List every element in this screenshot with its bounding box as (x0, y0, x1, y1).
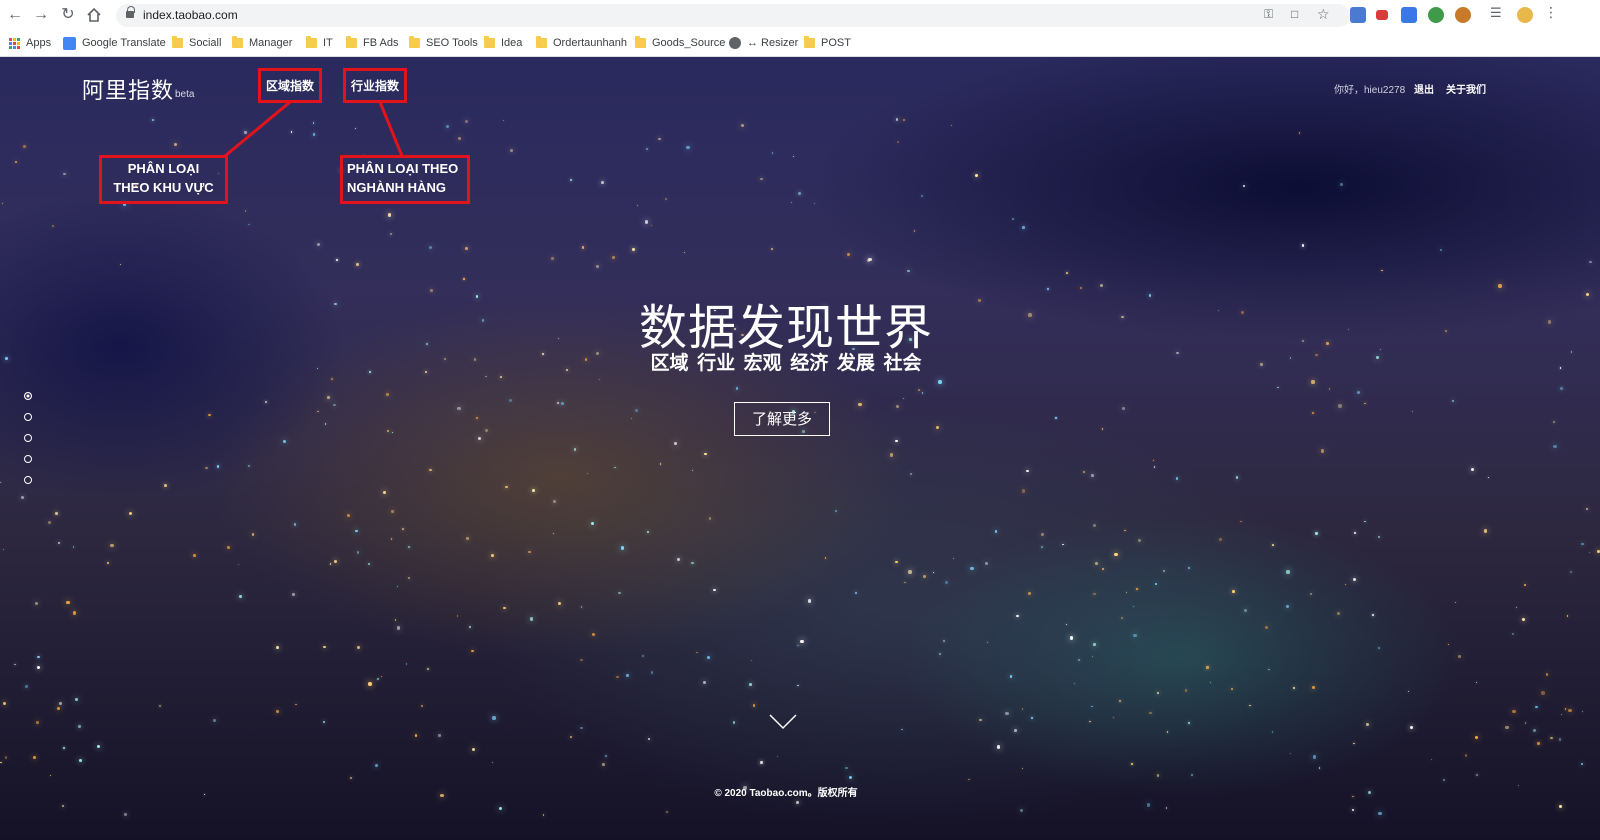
bookmark-resizer[interactable]: ↔ Resizer (729, 35, 798, 51)
learn-more-button[interactable]: 了解更多 (734, 402, 830, 436)
browser-menu-icon[interactable]: ⋮ (1544, 4, 1560, 20)
bookmark-idea[interactable]: Idea (484, 35, 522, 51)
browser-toolbar: ← → ↻ index.taobao.com ⚿ □ ☆ ☰ ⋮ Apps Go… (0, 0, 1600, 57)
bookmarks-bar: Apps Google Translate Sociall Manager IT… (0, 31, 1600, 53)
slide-dot-5[interactable] (24, 476, 32, 484)
address-bar[interactable]: index.taobao.com ⚿ □ ☆ (116, 4, 1350, 27)
footer-copyright: © 2020 Taobao.com。版权所有 (714, 788, 858, 799)
user-greeting: 你好，hieu2278 (1334, 85, 1406, 96)
bookmark-it[interactable]: IT (306, 35, 333, 51)
bookmark-apps[interactable]: Apps (9, 35, 51, 51)
bookmark-google-translate[interactable]: Google Translate (63, 35, 166, 51)
bookmark-star-icon[interactable]: ☆ (1317, 6, 1330, 23)
globe-icon (729, 37, 741, 49)
reading-list-icon[interactable]: ☰ (1490, 5, 1506, 21)
bookmark-seo-tools[interactable]: SEO Tools (409, 35, 478, 51)
forward-arrow-icon[interactable]: → (30, 4, 52, 26)
lock-icon (126, 6, 135, 20)
annotation-connectors (224, 100, 404, 158)
folder-icon (635, 36, 646, 48)
folder-icon (536, 36, 547, 48)
extension-globe-icon[interactable] (1428, 7, 1444, 23)
about-us-link[interactable]: 关于我们 (1446, 81, 1486, 96)
slide-dot-3[interactable] (24, 434, 32, 442)
profile-avatar-icon[interactable] (1517, 7, 1533, 23)
folder-icon (804, 36, 815, 48)
home-icon[interactable] (83, 4, 105, 26)
folder-icon (232, 36, 243, 48)
folder-icon (346, 36, 357, 48)
bookmark-post[interactable]: POST (804, 35, 851, 51)
reload-icon[interactable]: ↻ (57, 4, 79, 26)
extension-flag-icon[interactable] (1376, 10, 1388, 20)
extension-translate-icon[interactable] (1401, 7, 1417, 23)
slide-indicators (24, 392, 32, 497)
extension-cookie-icon[interactable] (1455, 7, 1471, 23)
folder-icon (484, 36, 495, 48)
extension-grid-icon[interactable] (1350, 7, 1366, 23)
bookmark-goods-source[interactable]: Goods_Source (635, 35, 725, 51)
slide-dot-2[interactable] (24, 413, 32, 421)
folder-icon (172, 36, 183, 48)
hero-background: 阿里指数 beta 区域指数 行业指数 你好，hieu2278 退出 关于我们 … (0, 57, 1600, 840)
slide-dot-4[interactable] (24, 455, 32, 463)
url-text: index.taobao.com (143, 8, 238, 22)
folder-icon (409, 36, 420, 48)
scroll-down-chevron-icon[interactable] (768, 711, 798, 733)
translate-page-icon[interactable]: □ (1291, 7, 1298, 21)
annotation-industry: PHÂN LOẠI THEO NGHÀNH HÀNG (340, 155, 470, 204)
key-icon[interactable]: ⚿ (1264, 7, 1273, 22)
logout-link[interactable]: 退出 (1414, 81, 1434, 96)
bookmark-fb-ads[interactable]: FB Ads (346, 35, 398, 51)
hero-subtitle: 区域 行业 宏观 经济 发展 社会 (650, 352, 922, 374)
bookmark-sociall[interactable]: Sociall (172, 35, 221, 51)
apps-grid-icon (9, 37, 20, 49)
folder-icon (306, 36, 317, 48)
bookmark-ordertaunhanh[interactable]: Ordertaunhanh (536, 35, 627, 51)
slide-dot-1[interactable] (24, 392, 32, 400)
annotation-region: PHÂN LOẠI THEO KHU VỰC (99, 155, 228, 204)
google-translate-icon (63, 36, 76, 50)
bookmark-manager[interactable]: Manager (232, 35, 292, 51)
back-arrow-icon[interactable]: ← (4, 4, 26, 26)
